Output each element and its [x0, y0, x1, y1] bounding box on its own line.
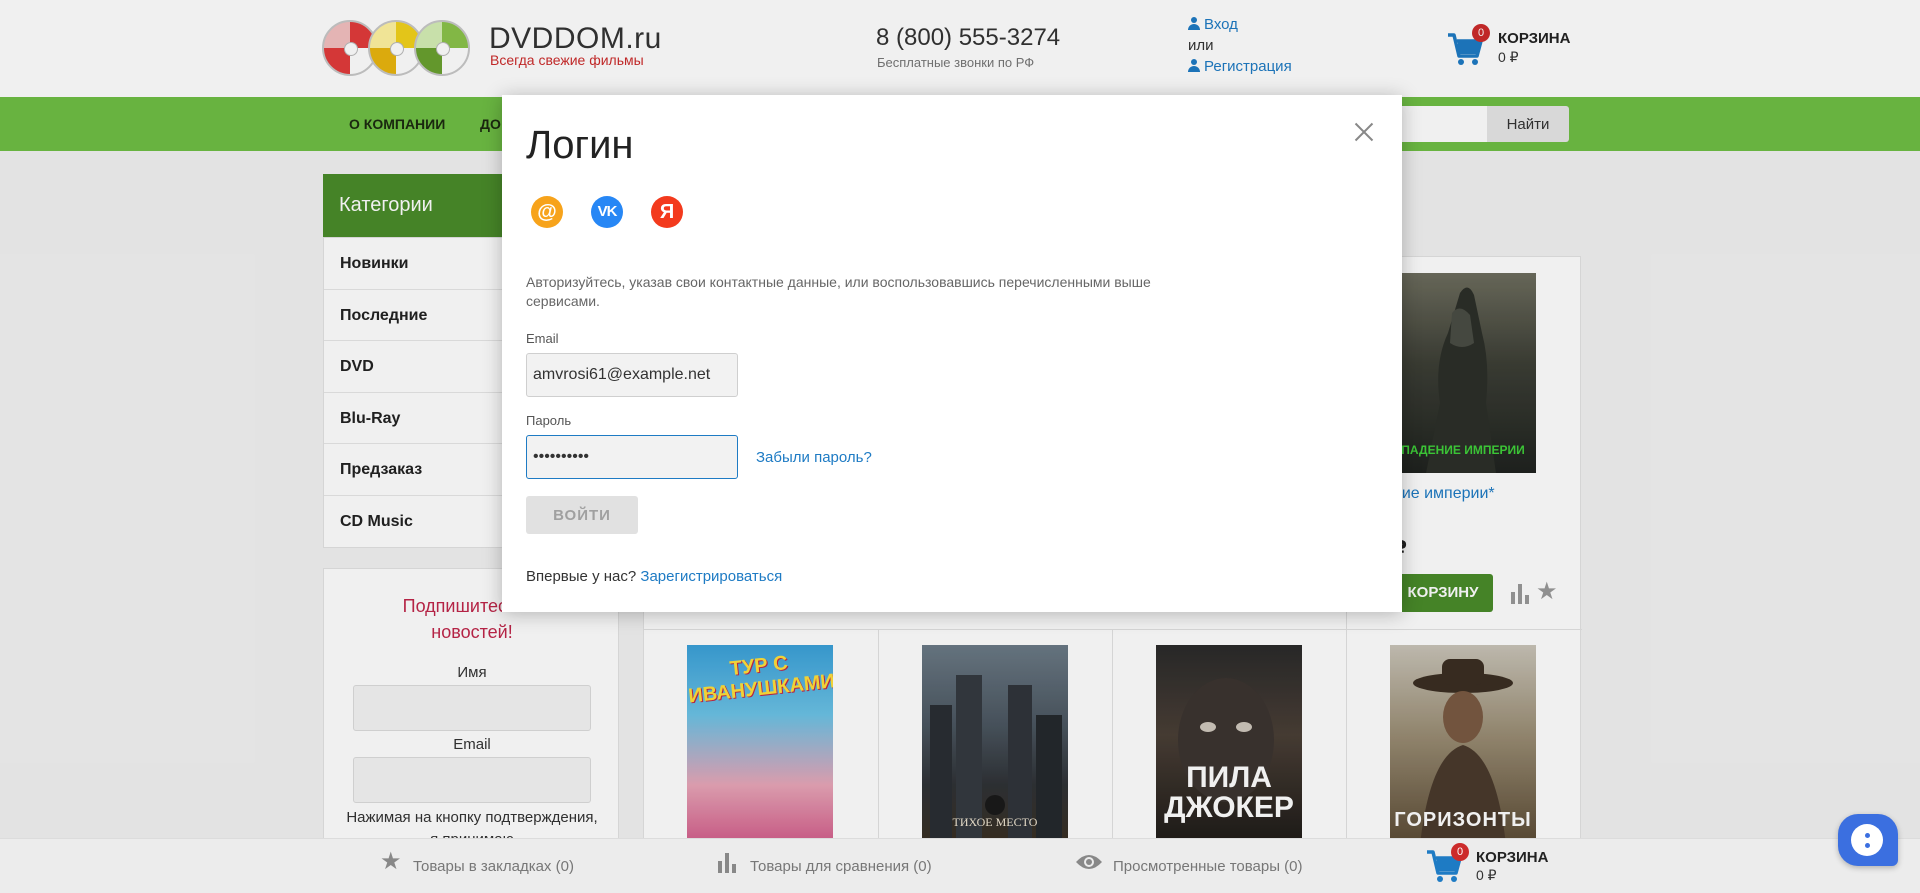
compare-link[interactable]: Товары для сравнения (0) [750, 858, 932, 875]
bookmarks-star-icon: ★ [380, 848, 402, 875]
yandex-glyph: Я [659, 201, 675, 223]
modal-title: Логин [526, 123, 634, 167]
bottom-bar: ★ Товары в закладках (0) Товары для срав… [0, 838, 1920, 893]
bottom-cart-title[interactable]: КОРЗИНА [1476, 849, 1548, 866]
chat-dot-icon [1865, 833, 1870, 838]
mailru-glyph: @ [537, 201, 557, 223]
password-label: Пароль [526, 413, 572, 428]
first-time-text: Впервые у нас? [526, 568, 637, 585]
vk-glyph: VK [597, 203, 618, 220]
mailru-login-icon[interactable]: @ [531, 196, 563, 228]
close-icon[interactable] [1348, 117, 1378, 147]
first-time-row: Впервые у нас? Зарегистрироваться [526, 568, 782, 585]
login-description: Авторизуйтесь, указав свои контактные да… [526, 274, 1151, 309]
bottom-cart-sum: 0 ₽ [1476, 867, 1497, 883]
vk-login-icon[interactable]: VK [591, 196, 623, 228]
login-modal: Логин @ VK Я Авторизуйтесь, указав свои … [502, 95, 1402, 612]
email-label: Email [526, 331, 559, 346]
bottom-cart-badge: 0 [1451, 843, 1469, 861]
yandex-login-icon[interactable]: Я [651, 196, 683, 228]
email-field[interactable] [526, 353, 738, 397]
chat-dot-icon [1865, 843, 1870, 848]
modal-register-link[interactable]: Зарегистрироваться [640, 568, 782, 585]
bookmarks-link[interactable]: Товары в закладках (0) [413, 858, 574, 875]
forgot-password-link[interactable]: Забыли пароль? [756, 449, 872, 466]
password-field[interactable] [526, 435, 738, 479]
viewed-link[interactable]: Просмотренные товары (0) [1113, 858, 1303, 875]
chat-widget-button[interactable] [1838, 814, 1898, 866]
login-button[interactable]: ВОЙТИ [526, 496, 638, 534]
eye-icon [1076, 855, 1102, 869]
compare-bar-icon [718, 853, 736, 873]
